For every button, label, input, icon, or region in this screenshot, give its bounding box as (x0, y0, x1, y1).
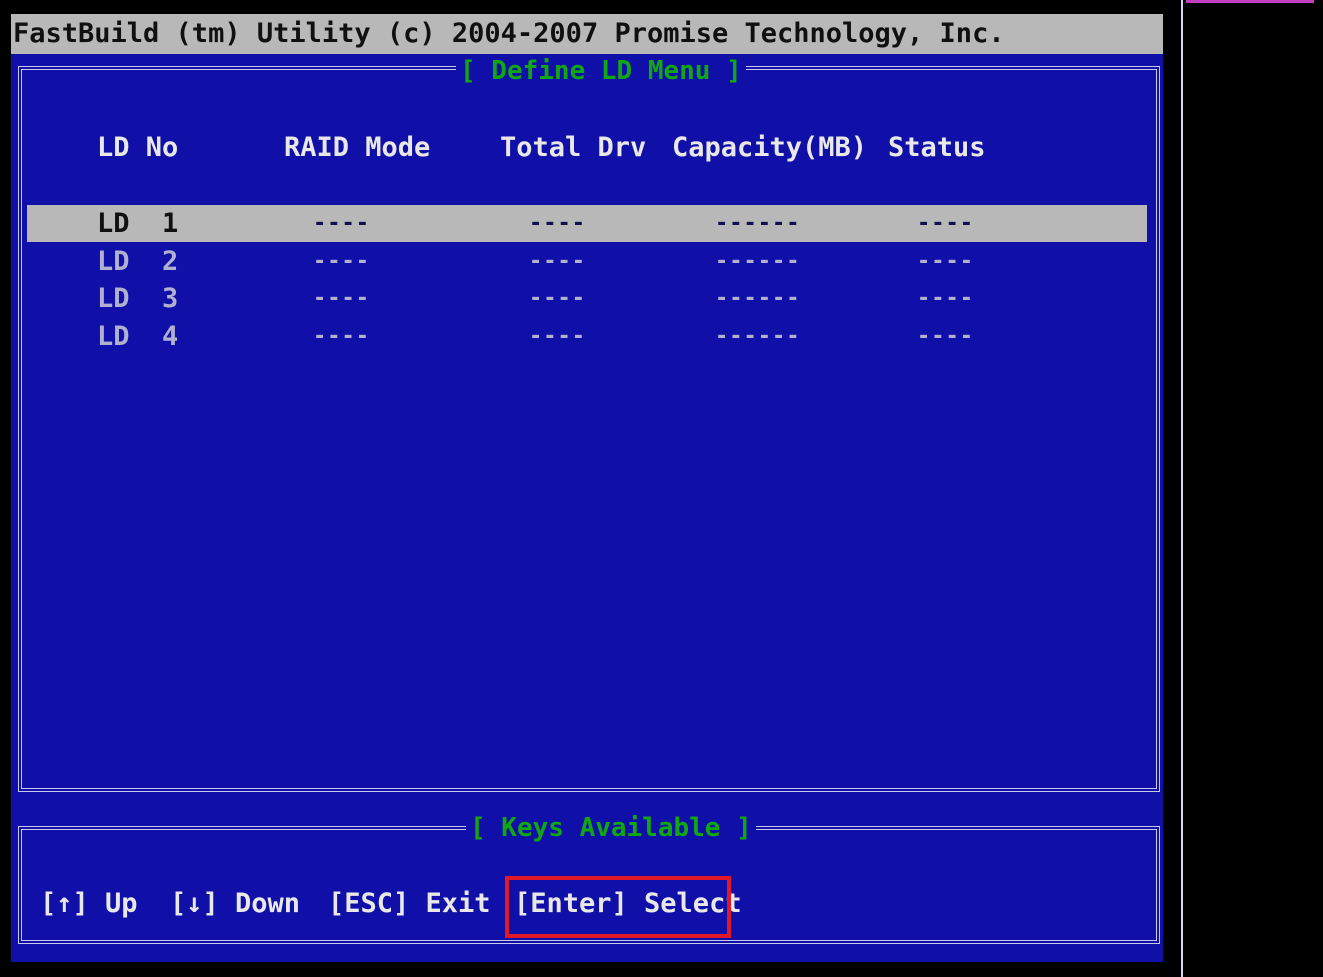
capacity-value: ------ (715, 249, 801, 274)
total-drv-value: ---- (529, 286, 586, 311)
right-edge-marker (1186, 0, 1314, 3)
raid-mode-value: ---- (313, 324, 370, 349)
raid-mode-value: ---- (313, 211, 370, 236)
column-header-raid-mode: RAID Mode (284, 132, 431, 163)
status-value: ---- (917, 211, 974, 236)
define-ld-menu-title: [ Define LD Menu ] (456, 56, 746, 86)
key-esc-exit-hint[interactable]: [ESC] Exit (328, 884, 491, 924)
ld-row-1[interactable]: LD 1 ---- ---- ------ ---- (27, 205, 1147, 242)
ld-row-4[interactable]: LD 4 ---- ---- ------ ---- (27, 318, 1147, 355)
key-down-hint[interactable]: [↓] Down (170, 884, 300, 924)
bios-screen: FastBuild (tm) Utility (c) 2004-2007 Pro… (0, 0, 1323, 977)
ld-number: LD 4 (97, 321, 179, 352)
total-drv-value: ---- (529, 324, 586, 349)
total-drv-value: ---- (529, 211, 586, 236)
status-value: ---- (917, 324, 974, 349)
column-header-capacity: Capacity(MB) (672, 132, 868, 163)
column-header-ld-no: LD No (97, 132, 179, 163)
key-up-hint[interactable]: [↑] Up (40, 884, 138, 924)
right-divider-line (1181, 0, 1183, 977)
capacity-value: ------ (715, 211, 801, 236)
column-header-total-drv: Total Drv (500, 132, 647, 163)
capacity-value: ------ (715, 286, 801, 311)
column-header-status: Status (888, 132, 986, 163)
total-drv-value: ---- (529, 249, 586, 274)
status-value: ---- (917, 286, 974, 311)
ld-number: LD 3 (97, 283, 179, 314)
ld-row-3[interactable]: LD 3 ---- ---- ------ ---- (27, 280, 1147, 317)
ld-number: LD 2 (97, 246, 179, 277)
keys-available-title: [ Keys Available ] (466, 813, 756, 843)
utility-title-bar: FastBuild (tm) Utility (c) 2004-2007 Pro… (11, 14, 1163, 54)
raid-mode-value: ---- (313, 249, 370, 274)
ld-number: LD 1 (97, 208, 179, 239)
enter-select-highlight-box (505, 876, 731, 938)
ld-row-2[interactable]: LD 2 ---- ---- ------ ---- (27, 243, 1147, 280)
raid-mode-value: ---- (313, 286, 370, 311)
capacity-value: ------ (715, 324, 801, 349)
status-value: ---- (917, 249, 974, 274)
define-ld-menu-frame (18, 66, 1160, 792)
